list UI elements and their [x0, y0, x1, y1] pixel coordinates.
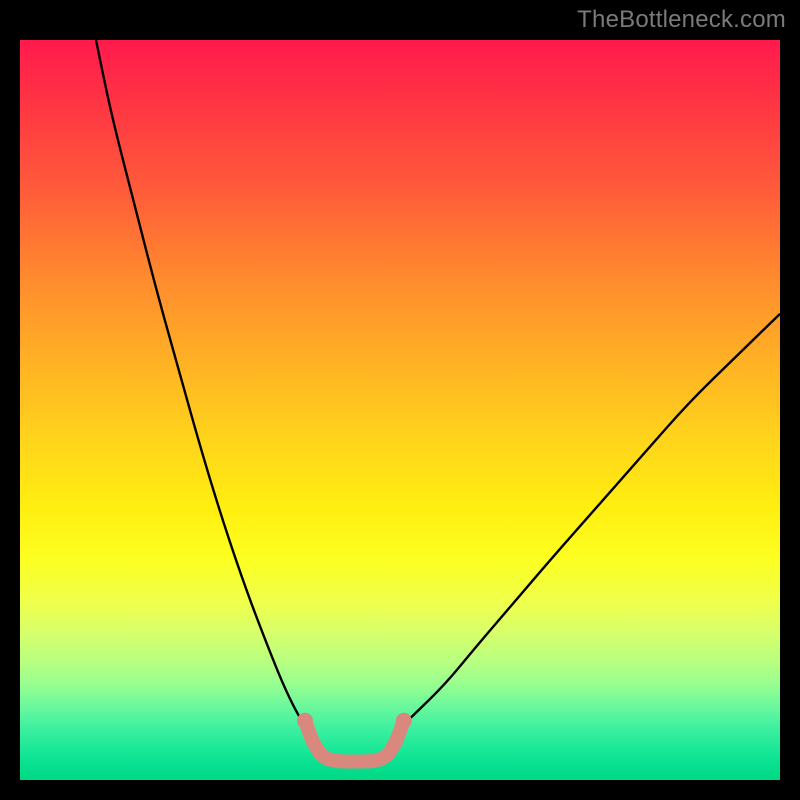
chart-plot-area [20, 40, 780, 780]
left-curve [96, 40, 313, 736]
chart-svg [20, 40, 780, 780]
salmon-segment [297, 713, 412, 769]
chart-frame: TheBottleneck.com [0, 0, 800, 800]
watermark-text: TheBottleneck.com [577, 6, 786, 34]
right-curve [392, 314, 780, 736]
